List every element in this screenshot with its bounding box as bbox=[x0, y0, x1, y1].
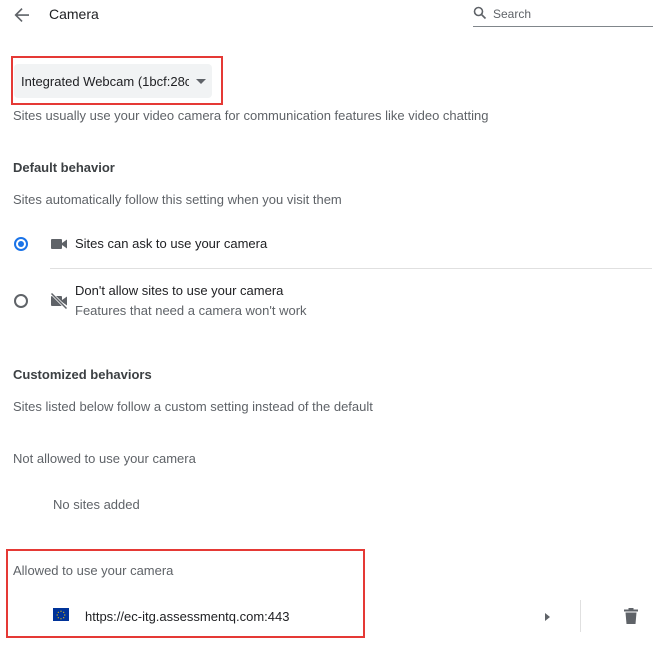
option-allow-ask-label[interactable]: Sites can ask to use your camera bbox=[75, 236, 267, 251]
default-behavior-heading: Default behavior bbox=[13, 160, 115, 175]
back-button[interactable] bbox=[10, 3, 34, 27]
camera-intro-text: Sites usually use your video camera for … bbox=[13, 108, 489, 123]
customized-behaviors-heading: Customized behaviors bbox=[13, 367, 152, 382]
arrow-back-icon bbox=[14, 8, 29, 22]
expand-arrow-icon[interactable] bbox=[542, 612, 552, 622]
dropdown-caret-icon bbox=[196, 79, 206, 84]
radio-block-camera[interactable] bbox=[14, 294, 28, 308]
row-vertical-divider bbox=[580, 600, 581, 632]
search-box[interactable] bbox=[473, 4, 653, 27]
camera-device-selected-value: Integrated Webcam (1bcf:28c bbox=[21, 74, 189, 89]
search-icon bbox=[473, 6, 487, 20]
radio-allow-ask[interactable] bbox=[14, 237, 28, 251]
camera-settings-page: Camera Integrated Webcam (1bcf:28c Sites… bbox=[0, 0, 668, 646]
search-input[interactable] bbox=[493, 4, 651, 24]
option-block-camera-sublabel: Features that need a camera won't work bbox=[75, 303, 307, 318]
no-sites-text: No sites added bbox=[53, 497, 140, 512]
option-block-camera-label[interactable]: Don't allow sites to use your camera bbox=[75, 283, 283, 298]
camera-device-select[interactable]: Integrated Webcam (1bcf:28c bbox=[14, 64, 212, 98]
option-divider bbox=[50, 268, 652, 269]
not-allowed-title: Not allowed to use your camera bbox=[13, 451, 196, 466]
videocam-off-icon bbox=[50, 292, 68, 310]
customized-behaviors-description: Sites listed below follow a custom setti… bbox=[13, 399, 373, 414]
default-behavior-description: Sites automatically follow this setting … bbox=[13, 192, 342, 207]
allowed-title: Allowed to use your camera bbox=[13, 563, 174, 578]
page-title: Camera bbox=[49, 6, 99, 22]
videocam-icon bbox=[51, 239, 67, 249]
site-url: https://ec-itg.assessmentq.com:443 bbox=[85, 609, 290, 624]
delete-icon[interactable] bbox=[624, 608, 638, 624]
eu-flag-icon bbox=[53, 608, 69, 621]
